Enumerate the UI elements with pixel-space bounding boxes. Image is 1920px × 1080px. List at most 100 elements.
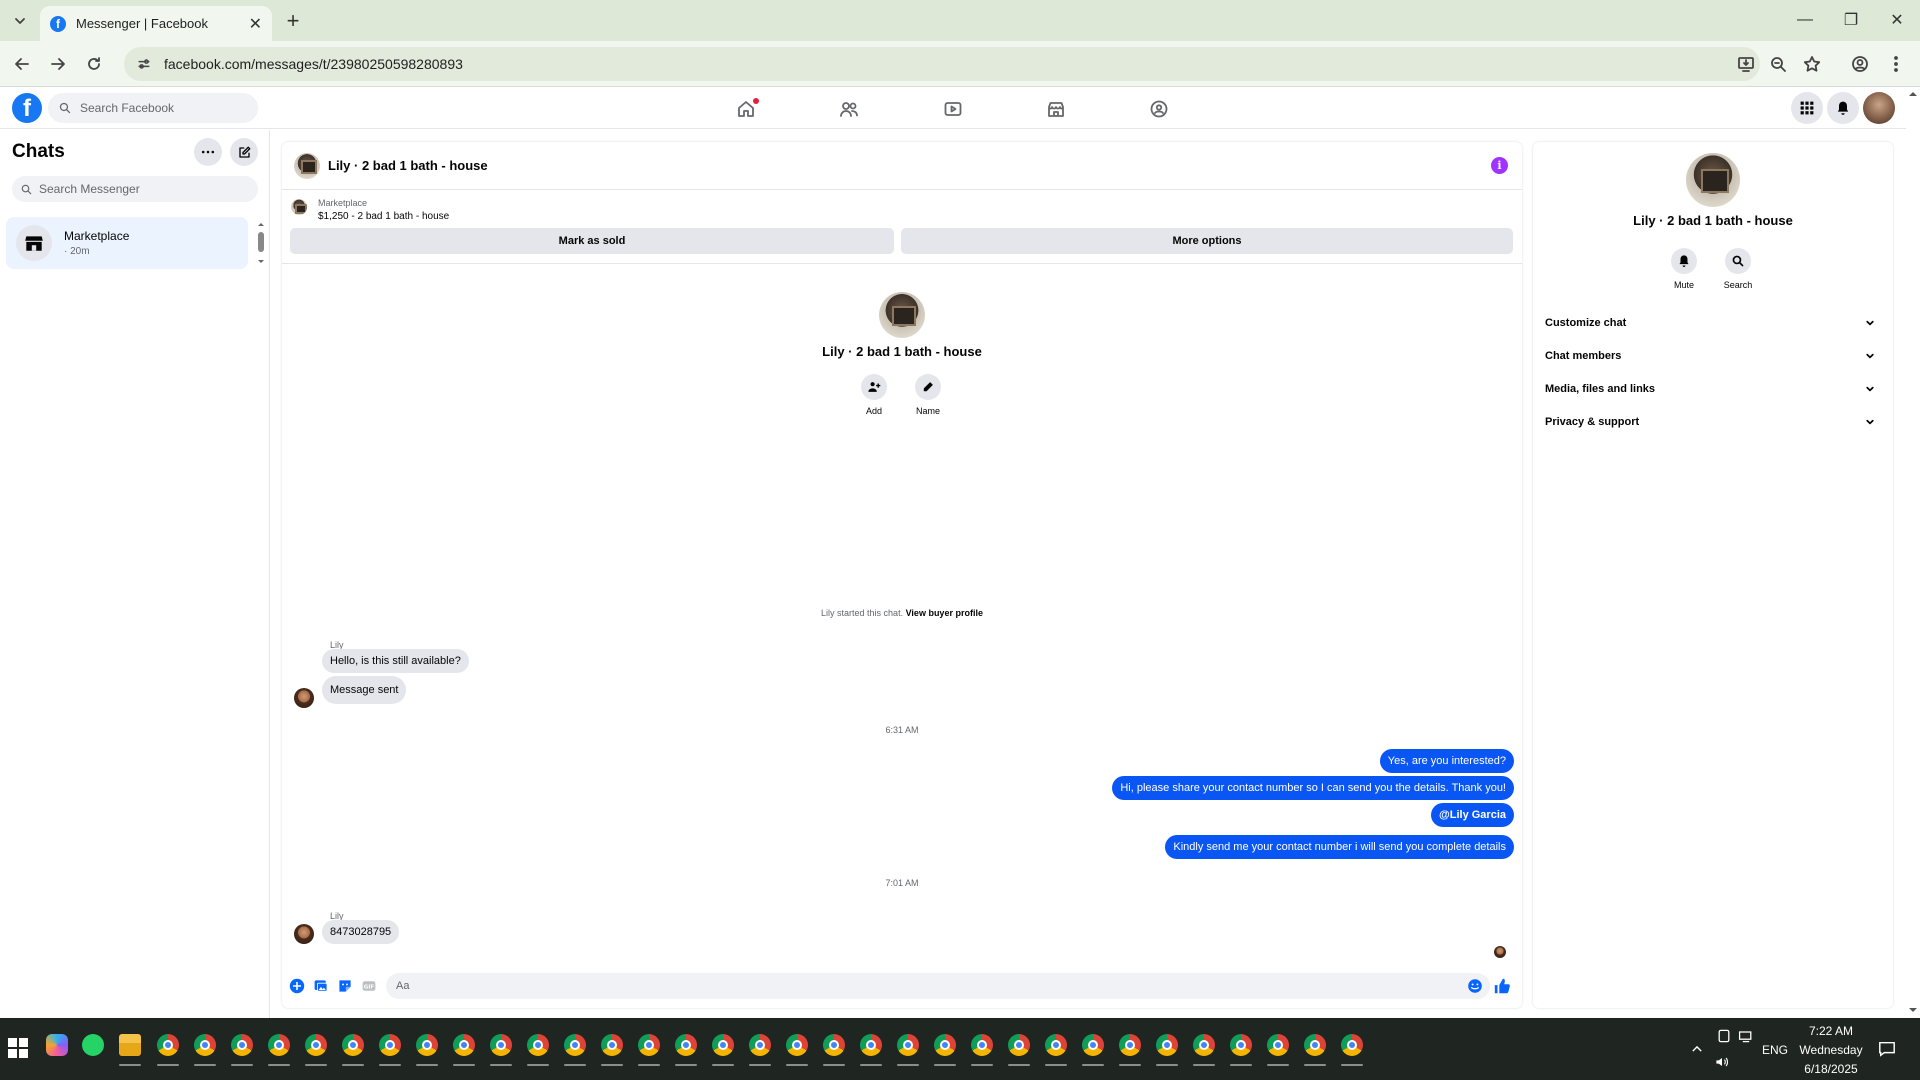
chats-options-button[interactable] xyxy=(194,138,222,166)
restore-button[interactable]: ❐ xyxy=(1836,8,1866,32)
chrome-taskbar-icon[interactable] xyxy=(1045,1034,1067,1056)
conversation-title[interactable]: Lily · 2 bad 1 bath - house xyxy=(328,158,488,173)
sticker-icon[interactable] xyxy=(337,978,353,994)
chrome-taskbar-icon[interactable] xyxy=(379,1034,401,1056)
chrome-taskbar-icon[interactable] xyxy=(416,1034,438,1056)
chrome-taskbar-icon[interactable] xyxy=(749,1034,771,1056)
add-people-action[interactable]: Add xyxy=(844,374,904,416)
chrome-taskbar-icon[interactable] xyxy=(675,1034,697,1056)
more-options-button[interactable]: More options xyxy=(901,228,1513,254)
chrome-taskbar-icon[interactable] xyxy=(860,1034,882,1056)
nav-home[interactable] xyxy=(726,95,766,123)
chrome-taskbar-icon[interactable] xyxy=(1341,1034,1363,1056)
chrome-taskbar-icon[interactable] xyxy=(601,1034,623,1056)
chrome-taskbar-icon[interactable] xyxy=(934,1034,956,1056)
chrome-taskbar-icon[interactable] xyxy=(453,1034,475,1056)
notification-center-icon[interactable] xyxy=(1878,1040,1896,1058)
windows-start-icon[interactable] xyxy=(8,1038,28,1058)
chrome-taskbar-icon[interactable] xyxy=(1119,1034,1141,1056)
menu-button[interactable] xyxy=(1791,92,1823,124)
view-buyer-profile-link[interactable]: View buyer profile xyxy=(906,608,983,618)
photo-icon[interactable] xyxy=(313,978,329,994)
zoom-button[interactable] xyxy=(1764,50,1792,78)
listing-title[interactable]: $1,250 - 2 bad 1 bath - house xyxy=(318,211,449,222)
page-scrollbar[interactable] xyxy=(1906,88,1920,1018)
chrome-taskbar-icon[interactable] xyxy=(897,1034,919,1056)
emoji-icon[interactable] xyxy=(1467,978,1483,994)
privacy-support-section[interactable]: Privacy & support xyxy=(1545,409,1881,435)
chrome-taskbar-icon[interactable] xyxy=(1082,1034,1104,1056)
new-message-button[interactable] xyxy=(230,138,258,166)
mark-as-sold-button[interactable]: Mark as sold xyxy=(290,228,894,254)
chrome-taskbar-icon[interactable] xyxy=(305,1034,327,1056)
chrome-taskbar-icon[interactable] xyxy=(231,1034,253,1056)
chrome-taskbar-icon[interactable] xyxy=(1267,1034,1289,1056)
browser-tab-active[interactable]: f Messenger | Facebook ✕ xyxy=(40,6,272,41)
network-icon[interactable] xyxy=(1738,1028,1754,1044)
whatsapp-icon[interactable] xyxy=(82,1034,104,1056)
account-avatar[interactable] xyxy=(1863,92,1895,124)
chrome-taskbar-icon[interactable] xyxy=(342,1034,364,1056)
notifications-button[interactable] xyxy=(1827,92,1859,124)
chrome-taskbar-icon[interactable] xyxy=(823,1034,845,1056)
chrome-taskbar-icon[interactable] xyxy=(564,1034,586,1056)
conversation-avatar[interactable] xyxy=(294,152,320,179)
site-settings-icon[interactable] xyxy=(136,56,152,72)
name-chat-action[interactable]: Name xyxy=(898,374,958,416)
new-tab-button[interactable]: + xyxy=(280,8,306,34)
language-indicator[interactable]: ENG xyxy=(1760,1043,1790,1057)
conversation-info-button[interactable]: i xyxy=(1491,157,1508,174)
facebook-logo[interactable]: f xyxy=(12,93,42,123)
thumbs-up-icon[interactable] xyxy=(1493,977,1511,995)
chrome-taskbar-icon[interactable] xyxy=(527,1034,549,1056)
show-hidden-icons-chevron-icon[interactable] xyxy=(1690,1042,1704,1056)
outgoing-message[interactable]: Kindly send me your contact number i wil… xyxy=(1165,835,1514,859)
clock-date[interactable]: 6/18/2025 xyxy=(1796,1062,1866,1076)
customize-chat-section[interactable]: Customize chat xyxy=(1545,310,1881,336)
window-close-button[interactable]: ✕ xyxy=(1882,8,1912,32)
message-input[interactable]: Aa xyxy=(386,973,1490,999)
facebook-search-input[interactable]: Search Facebook xyxy=(48,93,258,123)
clock-time[interactable]: 7:22 AM xyxy=(1796,1024,1866,1038)
reload-button[interactable] xyxy=(80,50,108,78)
chrome-taskbar-icon[interactable] xyxy=(1304,1034,1326,1056)
minimize-button[interactable]: — xyxy=(1790,8,1820,32)
browser-menu-button[interactable] xyxy=(1882,50,1910,78)
messenger-search-input[interactable]: Search Messenger xyxy=(12,176,258,202)
chrome-taskbar-icon[interactable] xyxy=(1193,1034,1215,1056)
outgoing-mention-message[interactable]: @Lily Garcia xyxy=(1431,803,1514,827)
outgoing-message[interactable]: Yes, are you interested? xyxy=(1379,749,1514,773)
back-button[interactable] xyxy=(8,50,36,78)
incoming-message[interactable]: Hello, is this still available? xyxy=(322,649,469,673)
install-app-button[interactable] xyxy=(1732,50,1760,78)
chrome-taskbar-icon[interactable] xyxy=(638,1034,660,1056)
sender-avatar[interactable] xyxy=(294,688,314,708)
volume-icon[interactable] xyxy=(1714,1054,1730,1070)
tablet-icon[interactable] xyxy=(1716,1028,1732,1044)
chrome-taskbar-icon[interactable] xyxy=(971,1034,993,1056)
tab-close-icon[interactable]: ✕ xyxy=(249,14,262,34)
nav-friends[interactable] xyxy=(829,95,869,123)
chat-members-section[interactable]: Chat members xyxy=(1545,343,1881,369)
chrome-taskbar-icon[interactable] xyxy=(1156,1034,1178,1056)
outgoing-message[interactable]: Hi, please share your contact number so … xyxy=(1112,776,1514,800)
chrome-taskbar-icon[interactable] xyxy=(786,1034,808,1056)
chat-list-scrollbar[interactable] xyxy=(256,220,266,268)
address-bar[interactable]: facebook.com/messages/t/2398025059828089… xyxy=(124,47,1760,81)
bookmark-button[interactable] xyxy=(1798,50,1826,78)
nav-groups[interactable] xyxy=(1139,95,1179,123)
nav-marketplace[interactable] xyxy=(1036,95,1076,123)
search-in-conversation-action[interactable]: Search xyxy=(1713,248,1763,290)
tab-search-button[interactable] xyxy=(8,9,32,33)
chrome-taskbar-icon[interactable] xyxy=(157,1034,179,1056)
nav-video[interactable] xyxy=(933,95,973,123)
chrome-taskbar-icon[interactable] xyxy=(712,1034,734,1056)
incoming-message[interactable]: 8473028795 xyxy=(322,920,400,944)
forward-button[interactable] xyxy=(44,50,72,78)
clock-day[interactable]: Wednesday xyxy=(1796,1043,1866,1057)
plus-circle-icon[interactable] xyxy=(289,978,305,994)
copilot-icon[interactable] xyxy=(46,1034,68,1056)
sender-avatar[interactable] xyxy=(294,924,314,944)
mute-action[interactable]: Mute xyxy=(1659,248,1709,290)
chrome-taskbar-icon[interactable] xyxy=(1008,1034,1030,1056)
